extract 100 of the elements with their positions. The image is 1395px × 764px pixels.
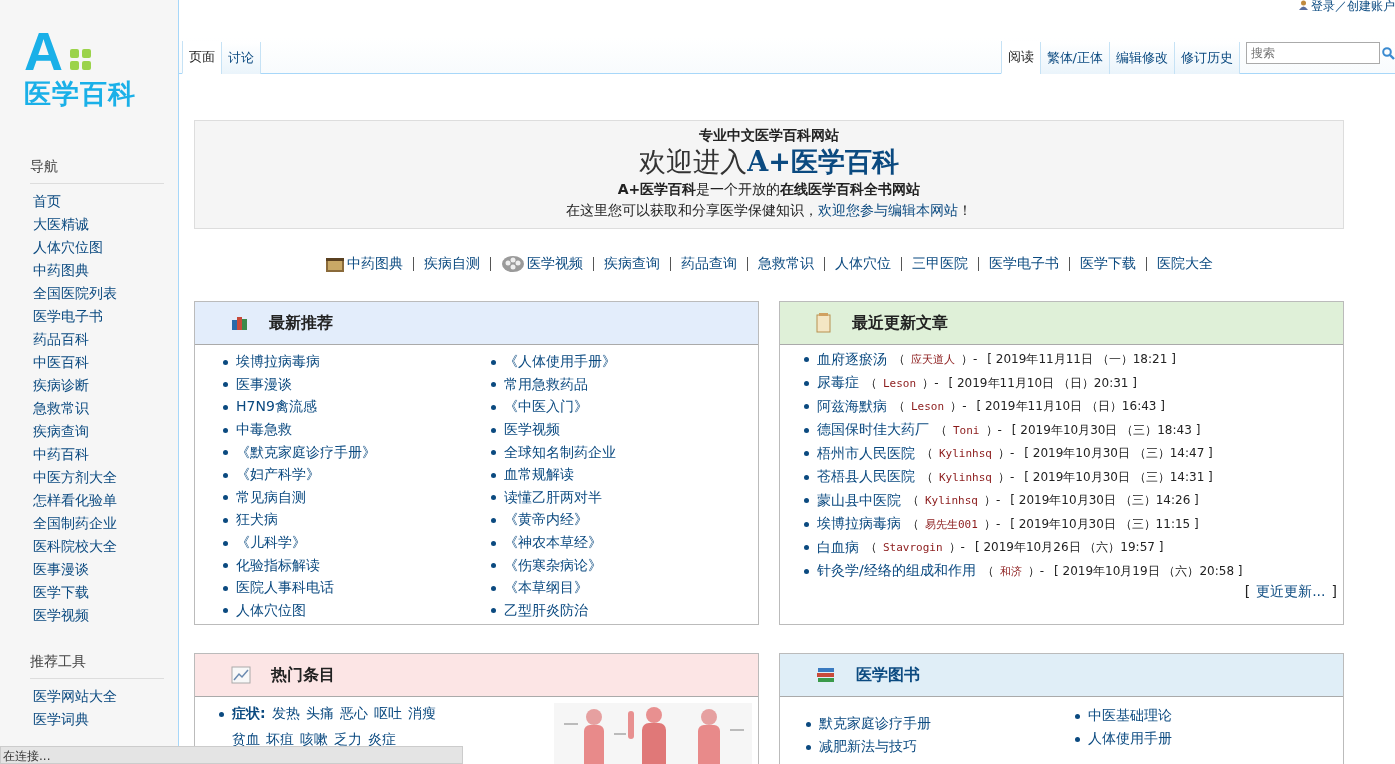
book-link[interactable]: 减肥新法与技巧 <box>819 738 917 756</box>
article-link[interactable]: 针灸学/经络的组成和作用 <box>817 562 976 581</box>
article-link[interactable]: 全球知名制药企业 <box>503 443 616 462</box>
sidebar-link[interactable]: 全国制药企业 <box>30 512 164 535</box>
tab[interactable]: 编辑修改 <box>1109 42 1174 74</box>
article-link[interactable]: 埃博拉病毒病 <box>817 515 901 534</box>
search-icon[interactable] <box>1382 46 1395 60</box>
author-link[interactable]: Kylinhsq <box>925 494 978 508</box>
article-link[interactable]: 《中医入门》 <box>503 398 588 417</box>
author-link[interactable]: 和济 <box>999 563 1022 579</box>
article-link[interactable]: 苍梧县人民医院 <box>817 468 915 487</box>
book-link[interactable]: 人体使用手册 <box>1087 730 1172 748</box>
author-link[interactable]: Kylinhsq <box>939 470 992 484</box>
article-link[interactable]: 《人体使用手册》 <box>503 353 616 372</box>
quick-link[interactable]: 医学电子书 <box>989 255 1059 273</box>
symptom-link[interactable]: 头痛 <box>305 705 334 724</box>
article-link[interactable]: 《黄帝内经》 <box>503 511 588 530</box>
symptom-link[interactable]: 发热 <box>271 705 300 724</box>
article-link[interactable]: 《妇产科学》 <box>236 466 320 485</box>
sidebar-link[interactable]: 大医精诚 <box>30 213 164 236</box>
sidebar-link[interactable]: 医事漫谈 <box>30 558 164 581</box>
author-link[interactable]: Leson <box>883 376 917 390</box>
article-link[interactable]: 《伤寒杂病论》 <box>503 556 602 575</box>
author-link[interactable]: Stavrogin <box>883 541 943 555</box>
article-link[interactable]: 《本草纲目》 <box>503 579 588 598</box>
article-link[interactable]: 常用急救药品 <box>503 375 588 394</box>
article-link[interactable]: 《儿科学》 <box>236 534 306 553</box>
article-link[interactable]: 白血病 <box>817 538 859 557</box>
book-link[interactable]: 默克家庭诊疗手册 <box>819 715 931 734</box>
article-link[interactable]: 狂犬病 <box>236 511 278 530</box>
quick-link[interactable]: 药品查询 <box>681 255 737 273</box>
article-link[interactable]: H7N9禽流感 <box>236 398 317 417</box>
article-link[interactable]: 埃博拉病毒病 <box>236 353 320 372</box>
timestamp: [ 2019年10月30日 （三）14:26 ] <box>1010 492 1199 510</box>
article-link[interactable]: 读懂乙肝两对半 <box>503 488 602 507</box>
article-link[interactable]: 《神农本草经》 <box>503 534 602 553</box>
sidebar-link[interactable]: 医学视频 <box>30 604 164 627</box>
symptom-link[interactable]: 恶心 <box>339 705 368 724</box>
article-link[interactable]: 医事漫谈 <box>236 375 292 394</box>
article-link[interactable]: 医学视频 <box>503 421 560 440</box>
quick-link[interactable]: 医院大全 <box>1157 255 1213 273</box>
article-link[interactable]: 阿兹海默病 <box>817 397 887 416</box>
author-link[interactable]: 易先生001 <box>925 516 978 532</box>
tab[interactable]: 阅读 <box>1000 41 1040 74</box>
book-link[interactable]: 中医基础理论 <box>1087 707 1172 726</box>
paren-dash: ）- <box>998 445 1015 463</box>
sidebar-link[interactable]: 医学下载 <box>30 581 164 604</box>
quick-link[interactable]: 疾病自测 <box>424 255 480 273</box>
article-link[interactable]: 梧州市人民医院 <box>817 444 915 463</box>
sidebar-link[interactable]: 急救常识 <box>30 397 164 420</box>
quick-link[interactable]: 疾病查询 <box>604 255 660 273</box>
article-link[interactable]: 血常规解读 <box>503 466 574 485</box>
quick-link[interactable]: 急救常识 <box>758 255 814 273</box>
sidebar-link[interactable]: 医科院校大全 <box>30 535 164 558</box>
sidebar-link[interactable]: 疾病诊断 <box>30 374 164 397</box>
sidebar-link[interactable]: 医学词典 <box>30 708 164 731</box>
article-link[interactable]: 蒙山县中医院 <box>817 491 901 510</box>
quick-link[interactable]: 医学下载 <box>1080 255 1136 273</box>
quick-link[interactable]: 三甲医院 <box>912 255 968 273</box>
article-link[interactable]: 人体穴位图 <box>236 601 306 620</box>
sidebar-link[interactable]: 首页 <box>30 190 164 213</box>
quick-link[interactable]: 人体穴位 <box>835 255 891 273</box>
timestamp: [ 2019年10月30日 （三）14:31 ] <box>1024 468 1213 486</box>
edit-invite-link[interactable]: 欢迎您参与编辑本网站 <box>818 202 958 218</box>
tab[interactable]: 修订历史 <box>1174 42 1240 74</box>
article-link[interactable]: 乙型肝炎防治 <box>503 601 588 620</box>
article-link[interactable]: 德国保时佳大药厂 <box>817 421 929 440</box>
article-link[interactable]: 化验指标解读 <box>236 556 320 575</box>
sidebar-link[interactable]: 中医方剂大全 <box>30 466 164 489</box>
quick-link[interactable]: 医学视频 <box>501 255 583 273</box>
sidebar-link[interactable]: 全国医院列表 <box>30 282 164 305</box>
search-field[interactable]: 搜索 <box>1246 42 1380 64</box>
tab[interactable]: 繁体/正体 <box>1039 42 1109 74</box>
article-link[interactable]: 医院人事科电话 <box>236 579 334 598</box>
tab[interactable]: 页面 <box>182 41 221 74</box>
sidebar-link[interactable]: 中药百科 <box>30 443 164 466</box>
symptom-link[interactable]: 消瘦 <box>407 705 436 724</box>
article-link[interactable]: 常见病自测 <box>236 488 306 507</box>
sidebar-link[interactable]: 怎样看化验单 <box>30 489 164 512</box>
sidebar-link[interactable]: 医学网站大全 <box>30 685 164 708</box>
author-link[interactable]: Kylinhsq <box>939 447 992 461</box>
sidebar-link[interactable]: 人体穴位图 <box>30 236 164 259</box>
author-link[interactable]: Leson <box>911 400 945 414</box>
author-link[interactable]: 应天道人 <box>911 352 955 368</box>
tab[interactable]: 讨论 <box>221 42 261 74</box>
login-link[interactable]: 登录／创建账户 <box>1299 0 1395 13</box>
article-link[interactable]: 《默克家庭诊疗手册》 <box>236 443 376 462</box>
article-link[interactable]: 血府逐瘀汤 <box>817 350 887 369</box>
sidebar-link[interactable]: 药品百科 <box>30 328 164 351</box>
symptom-link[interactable]: 呕吐 <box>373 705 402 724</box>
more-link[interactable]: 更近更新... <box>1256 583 1326 601</box>
sidebar-link[interactable]: 中药图典 <box>30 259 164 282</box>
sidebar-link[interactable]: 中医百科 <box>30 351 164 374</box>
article-link[interactable]: 尿毒症 <box>817 374 859 393</box>
article-link[interactable]: 中毒急救 <box>236 421 292 440</box>
paren: （ <box>921 468 933 486</box>
quick-link[interactable]: 中药图典 <box>325 255 403 273</box>
author-link[interactable]: Toni <box>953 423 980 437</box>
sidebar-link[interactable]: 医学电子书 <box>30 305 164 328</box>
sidebar-link[interactable]: 疾病查询 <box>30 420 164 443</box>
